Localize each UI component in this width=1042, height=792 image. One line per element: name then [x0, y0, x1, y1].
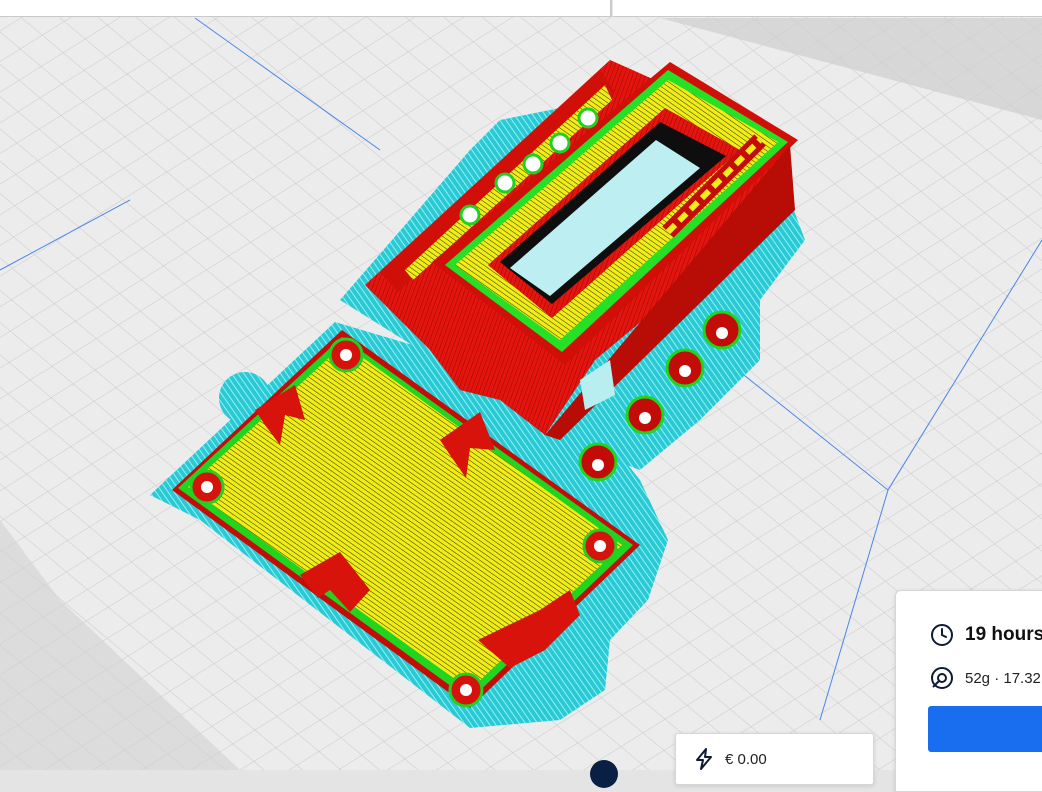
cost-value: € 0.00: [725, 750, 767, 768]
spool-icon: [929, 665, 955, 691]
lightning-icon: [691, 746, 717, 772]
toolbar-right: [613, 0, 1042, 17]
slice-button[interactable]: [928, 706, 1042, 752]
material-usage: 52g · 17.32: [965, 669, 1041, 687]
toolbar-left: [0, 0, 612, 17]
clock-icon: [929, 622, 955, 648]
print-summary-panel: 19 hours 52g · 17.32: [895, 590, 1042, 792]
view-navigation-button[interactable]: [590, 760, 618, 788]
print-time: 19 hours: [965, 624, 1042, 645]
cost-panel: € 0.00: [675, 733, 874, 785]
build-plate-viewport[interactable]: [0, 0, 1042, 770]
